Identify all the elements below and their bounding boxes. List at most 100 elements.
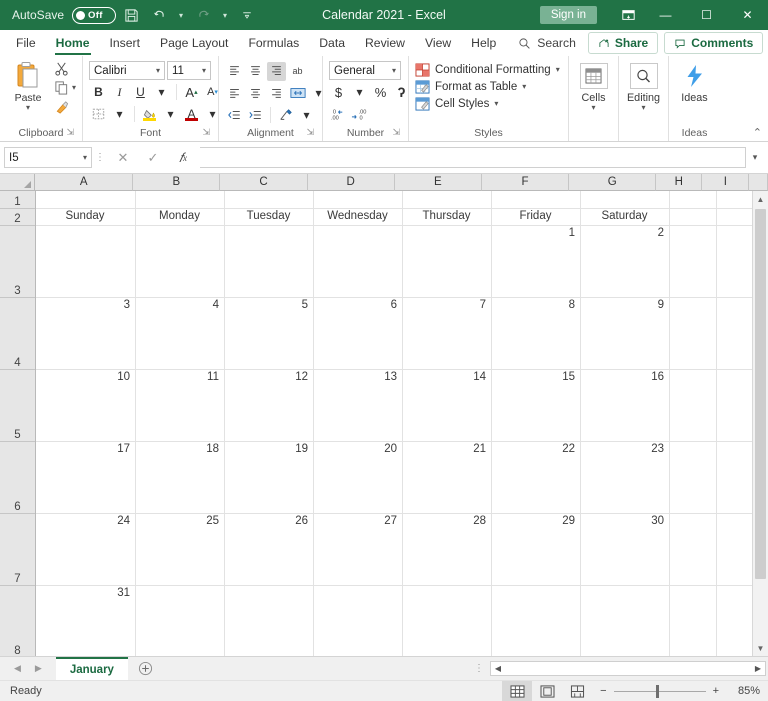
borders-dropdown-icon[interactable]: ▾ xyxy=(110,105,129,124)
minimize-button[interactable]: — xyxy=(645,0,686,30)
customize-quick-access-icon[interactable] xyxy=(234,3,260,27)
font-size-dropdown-icon[interactable]: ▾ xyxy=(202,67,206,75)
redo-dropdown-icon[interactable]: ▾ xyxy=(218,3,232,27)
save-icon[interactable] xyxy=(118,3,144,27)
cell-E6[interactable]: 21 xyxy=(403,442,492,514)
close-button[interactable]: ✕ xyxy=(727,0,768,30)
cell-G2-saturday[interactable]: Saturday xyxy=(581,209,670,226)
percent-format-button[interactable]: % xyxy=(371,83,390,102)
conditional-formatting-button[interactable]: Conditional Formatting ▾ xyxy=(415,63,560,77)
cell-E5[interactable]: 14 xyxy=(403,370,492,442)
underline-dropdown-icon[interactable]: ▾ xyxy=(152,83,171,102)
alignment-dialog-launcher[interactable]: ⇲ xyxy=(306,125,314,140)
editing-dropdown-icon[interactable]: ▾ xyxy=(641,104,645,112)
cell-B3[interactable] xyxy=(136,226,225,298)
cell-A2-sunday[interactable]: Sunday xyxy=(36,209,136,226)
comments-button[interactable]: Comments xyxy=(664,32,763,54)
conditional-formatting-dropdown-icon[interactable]: ▾ xyxy=(556,66,560,74)
paste-button[interactable]: Paste ▾ xyxy=(6,59,50,112)
search-box[interactable]: Search xyxy=(506,30,588,56)
sheet-tab-january[interactable]: January xyxy=(56,657,128,680)
redo-icon[interactable] xyxy=(190,3,216,27)
cell-D1[interactable] xyxy=(314,191,403,209)
fill-color-dropdown-icon[interactable]: ▾ xyxy=(161,105,180,124)
format-as-table-dropdown-icon[interactable]: ▾ xyxy=(522,83,526,91)
fill-color-button[interactable] xyxy=(140,105,159,124)
confirm-check-icon[interactable]: ✓ xyxy=(138,147,168,168)
align-right-button[interactable] xyxy=(267,84,286,103)
cell-B6[interactable]: 18 xyxy=(136,442,225,514)
cut-button[interactable] xyxy=(54,59,76,78)
cell-E4[interactable]: 7 xyxy=(403,298,492,370)
accounting-format-button[interactable]: $ xyxy=(329,83,348,102)
cell-D7[interactable]: 27 xyxy=(314,514,403,586)
scroll-down-arrow-icon[interactable]: ▼ xyxy=(753,640,768,656)
column-header-E[interactable]: E xyxy=(395,174,482,191)
cell-B2-monday[interactable]: Monday xyxy=(136,209,225,226)
decrease-indent-button[interactable] xyxy=(225,106,244,125)
cell-F2-friday[interactable]: Friday xyxy=(492,209,581,226)
cell-F5[interactable]: 15 xyxy=(492,370,581,442)
paste-dropdown-icon[interactable]: ▾ xyxy=(26,104,30,112)
insert-function-icon[interactable]: 𝑓x xyxy=(168,147,198,168)
cell-D4[interactable]: 6 xyxy=(314,298,403,370)
cell-A7[interactable]: 24 xyxy=(36,514,136,586)
row-header-6[interactable]: 6 xyxy=(0,442,35,514)
cell-G7[interactable]: 30 xyxy=(581,514,670,586)
editing-button[interactable]: Editing ▾ xyxy=(625,59,662,112)
sign-in-button[interactable]: Sign in xyxy=(540,6,597,24)
zoom-percent-label[interactable]: 85% xyxy=(726,685,760,697)
cell-C3[interactable] xyxy=(225,226,314,298)
tab-data[interactable]: Data xyxy=(309,30,355,56)
cell-A1[interactable] xyxy=(36,191,136,209)
cell-G5[interactable]: 16 xyxy=(581,370,670,442)
ribbon-display-options-icon[interactable] xyxy=(611,8,645,22)
cell-D8[interactable] xyxy=(314,586,403,656)
page-layout-view-icon[interactable] xyxy=(532,681,562,701)
font-size-combo[interactable]: 11 ▾ xyxy=(167,61,211,80)
clipboard-dialog-launcher[interactable]: ⇲ xyxy=(66,125,74,140)
cell-F1[interactable] xyxy=(492,191,581,209)
increase-font-size-button[interactable]: A▴ xyxy=(182,83,201,102)
italic-button[interactable]: I xyxy=(110,83,129,102)
increase-decimal-button[interactable]: 0.00 xyxy=(329,105,348,124)
cell-C8[interactable] xyxy=(225,586,314,656)
collapse-ribbon-button[interactable]: ⌃ xyxy=(753,126,762,139)
column-header-A[interactable]: A xyxy=(35,174,133,191)
zoom-slider[interactable] xyxy=(614,691,706,692)
cell-F8[interactable] xyxy=(492,586,581,656)
cell-F3[interactable]: 1 xyxy=(492,226,581,298)
cell-C7[interactable]: 26 xyxy=(225,514,314,586)
zoom-out-button[interactable]: − xyxy=(600,685,606,697)
scroll-right-arrow-icon[interactable]: ▶ xyxy=(751,664,765,673)
format-as-table-button[interactable]: Format as Table ▾ xyxy=(415,80,560,94)
cell-D2-wednesday[interactable]: Wednesday xyxy=(314,209,403,226)
row-header-2[interactable]: 2 xyxy=(0,209,35,226)
tab-home[interactable]: Home xyxy=(46,30,100,56)
tab-view[interactable]: View xyxy=(415,30,461,56)
cell-D6[interactable]: 20 xyxy=(314,442,403,514)
cell-H1[interactable] xyxy=(670,191,717,209)
cell-H4[interactable] xyxy=(670,298,717,370)
ideas-button[interactable]: Ideas xyxy=(675,59,714,104)
number-format-combo[interactable]: General ▾ xyxy=(329,61,401,80)
undo-icon[interactable] xyxy=(146,3,172,27)
font-name-dropdown-icon[interactable]: ▾ xyxy=(156,67,160,75)
row-header-1[interactable]: 1 xyxy=(0,191,35,209)
cell-B5[interactable]: 11 xyxy=(136,370,225,442)
increase-indent-button[interactable] xyxy=(246,106,265,125)
cell-H8[interactable] xyxy=(670,586,717,656)
row-header-4[interactable]: 4 xyxy=(0,298,35,370)
cell-A5[interactable]: 10 xyxy=(36,370,136,442)
formula-input[interactable] xyxy=(200,147,746,168)
page-break-preview-icon[interactable] xyxy=(562,681,592,701)
cells-dropdown-icon[interactable]: ▾ xyxy=(591,104,595,112)
maximize-button[interactable]: ☐ xyxy=(686,0,727,30)
vertical-scroll-thumb[interactable] xyxy=(755,209,766,579)
bold-button[interactable]: B xyxy=(89,83,108,102)
align-bottom-button[interactable] xyxy=(267,62,286,81)
orientation-dropdown-icon[interactable]: ▾ xyxy=(297,106,316,125)
column-header-D[interactable]: D xyxy=(308,174,395,191)
cell-styles-button[interactable]: Cell Styles ▾ xyxy=(415,97,560,111)
align-center-button[interactable] xyxy=(246,84,265,103)
